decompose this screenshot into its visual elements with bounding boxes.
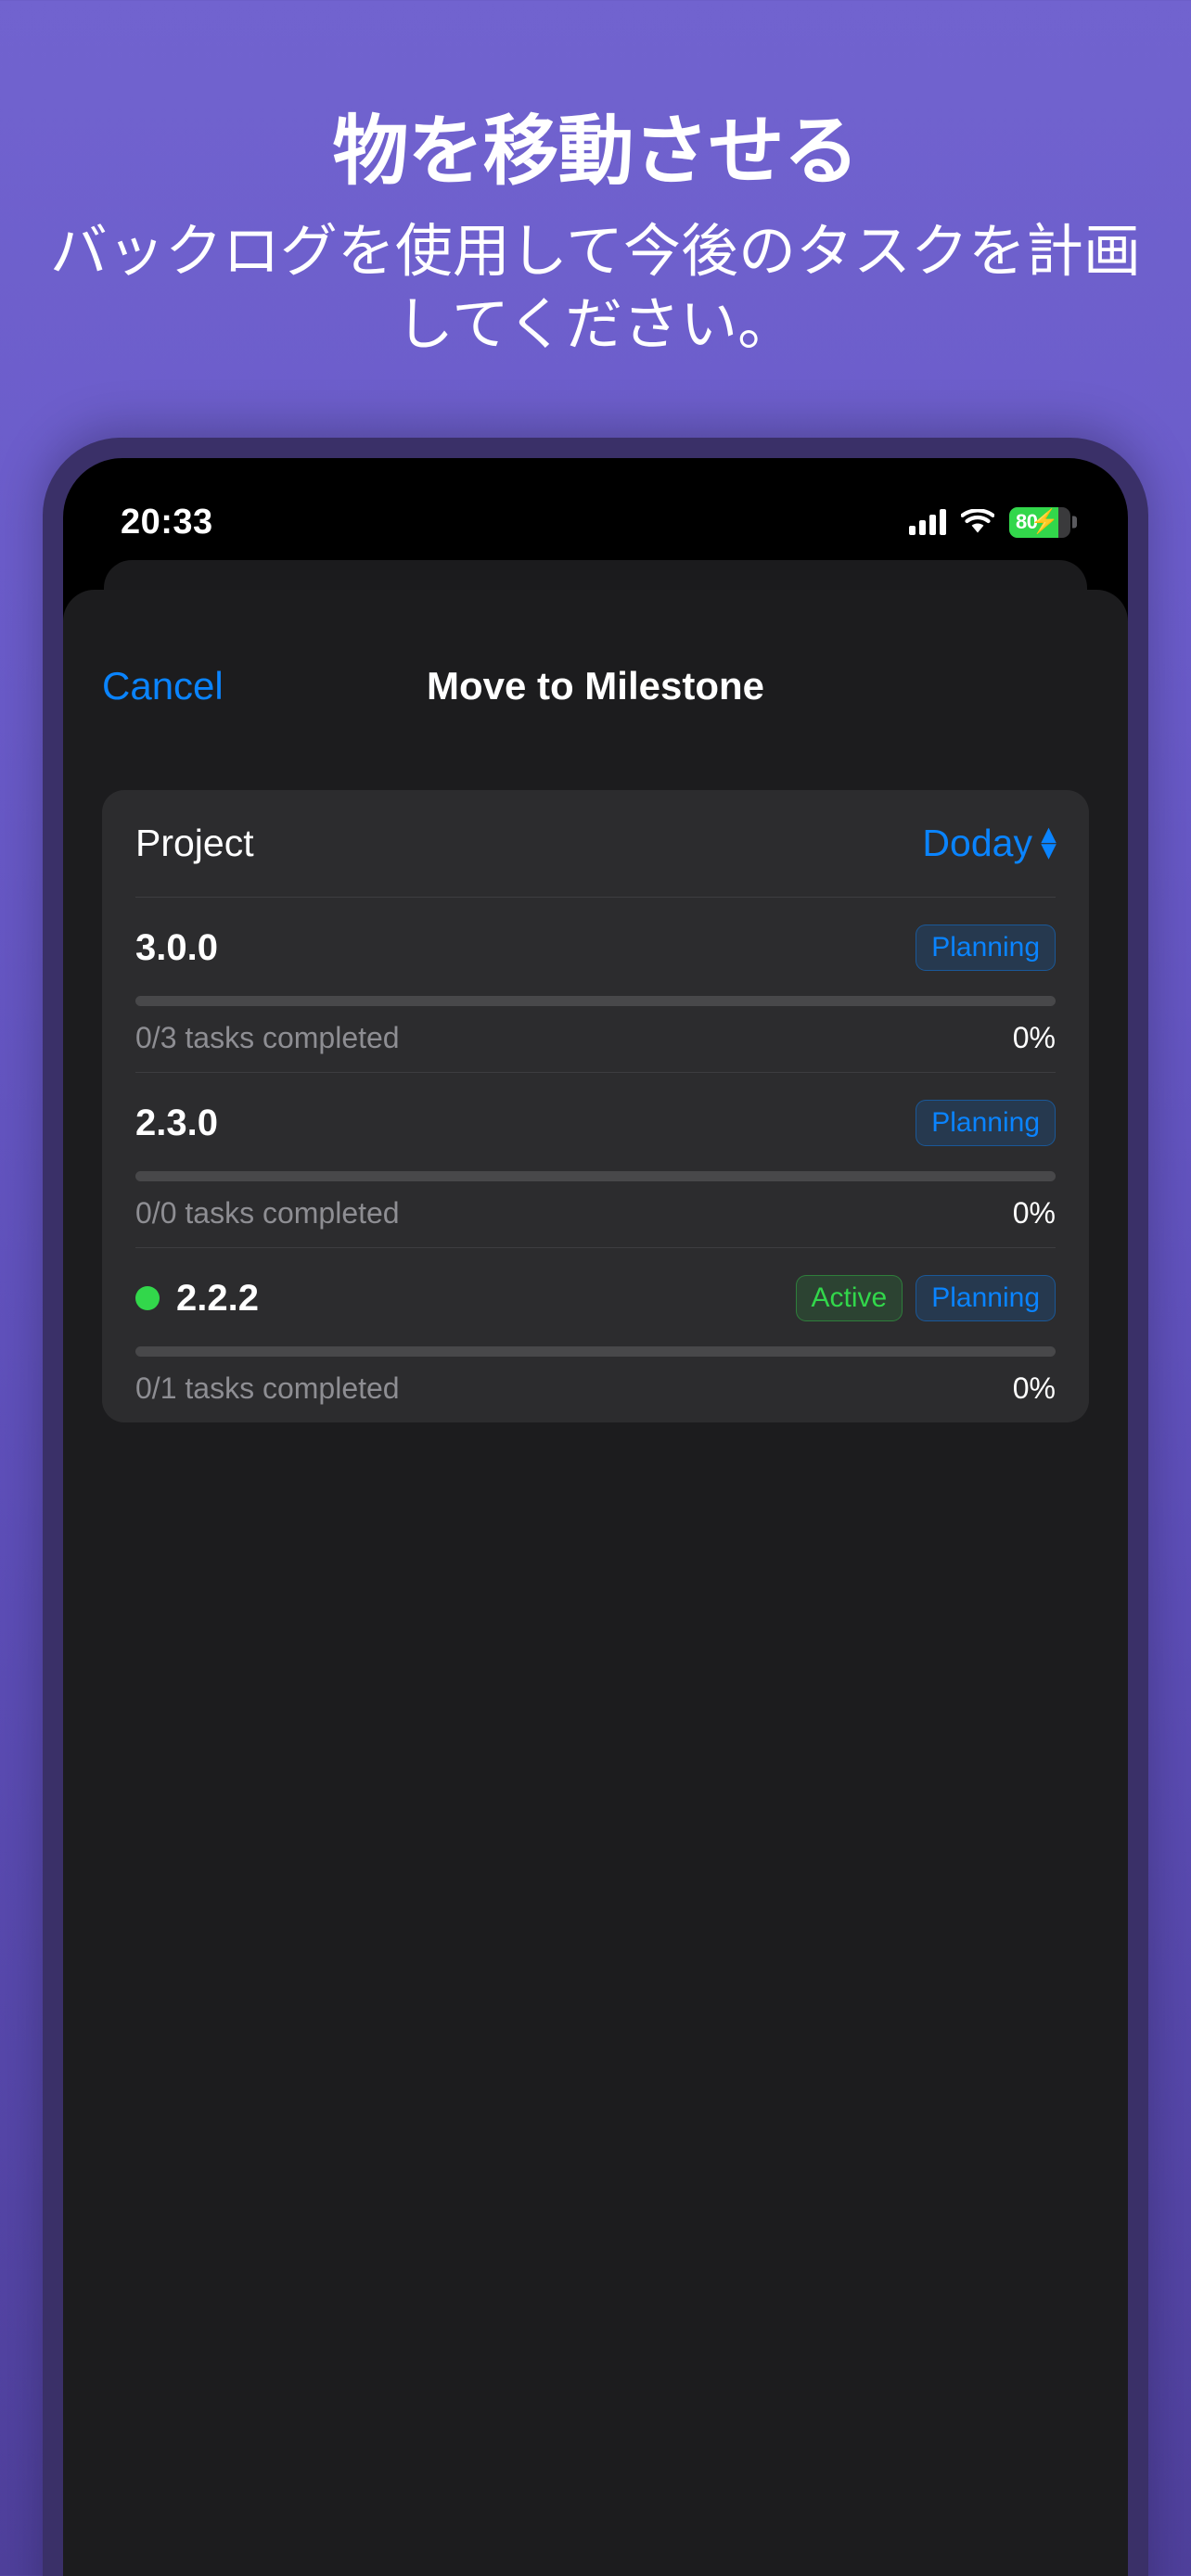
milestone-footer: 0/0 tasks completed 0% — [135, 1196, 1056, 1231]
phone-screen: 20:33 80 ⚡ Cancel Move to Milestone Proj… — [63, 458, 1128, 2576]
sheet-header: Cancel Move to Milestone — [63, 634, 1128, 738]
milestone-name: 2.2.2 — [176, 1277, 259, 1319]
milestone-header: 2.2.2 Active Planning — [135, 1269, 1056, 1328]
milestone-name: 3.0.0 — [135, 926, 218, 968]
milestone-footer: 0/1 tasks completed 0% — [135, 1371, 1056, 1406]
milestone-title-group: 2.2.2 — [135, 1278, 259, 1320]
milestone-header: 3.0.0 Planning — [135, 918, 1056, 977]
lightning-bolt-icon: ⚡ — [1030, 508, 1059, 535]
milestone-row[interactable]: 2.2.2 Active Planning 0/1 tasks complete… — [102, 1248, 1089, 1422]
battery-cap — [1072, 516, 1077, 529]
status-bar-indicators: 80 ⚡ — [909, 506, 1077, 538]
milestone-badges: Planning — [916, 925, 1056, 971]
project-picker-value[interactable]: Doday ▴ ▾ — [922, 819, 1056, 865]
milestone-footer: 0/3 tasks completed 0% — [135, 1021, 1056, 1055]
status-bar-time: 20:33 — [121, 502, 213, 542]
cellular-bars-icon — [909, 509, 946, 535]
battery-icon: 80 ⚡ — [1009, 506, 1077, 538]
milestone-row[interactable]: 3.0.0 Planning 0/3 tasks completed 0% — [102, 898, 1089, 1072]
status-badge-planning: Planning — [916, 925, 1056, 971]
milestone-badges: Planning — [916, 1100, 1056, 1146]
project-selected-value: Doday — [922, 822, 1032, 864]
page-title: 物を移動させる — [332, 109, 859, 194]
project-label: Project — [135, 822, 254, 864]
milestone-row[interactable]: 2.3.0 Planning 0/0 tasks completed 0% — [102, 1073, 1089, 1247]
percent-label: 0% — [1012, 1021, 1056, 1054]
milestone-title-group: 2.3.0 — [135, 1103, 218, 1144]
percent-label: 0% — [1012, 1371, 1056, 1405]
status-bar: 20:33 80 ⚡ — [63, 458, 1128, 560]
progress-bar — [135, 1346, 1056, 1357]
status-badge-planning: Planning — [916, 1100, 1056, 1146]
status-badge-active: Active — [795, 1275, 903, 1321]
tasks-completed-label: 0/0 tasks completed — [135, 1196, 400, 1230]
milestone-badges: Active Planning — [795, 1275, 1056, 1321]
milestone-name: 2.3.0 — [135, 1102, 218, 1143]
tasks-completed-label: 0/1 tasks completed — [135, 1371, 400, 1405]
status-badge-planning: Planning — [916, 1275, 1056, 1321]
progress-bar — [135, 1171, 1056, 1181]
tasks-completed-label: 0/3 tasks completed — [135, 1021, 400, 1054]
percent-label: 0% — [1012, 1196, 1056, 1230]
chevron-up-down-icon: ▴ ▾ — [1041, 819, 1056, 865]
page-subtitle: バックログを使用して今後のタスクを計画してください。 — [49, 219, 1142, 358]
wifi-icon — [960, 508, 995, 535]
move-to-milestone-sheet: Cancel Move to Milestone Project Doday ▴… — [63, 590, 1128, 2576]
milestone-header: 2.3.0 Planning — [135, 1093, 1056, 1153]
progress-bar — [135, 996, 1056, 1006]
phone-device-frame: 20:33 80 ⚡ Cancel Move to Milestone Proj… — [43, 438, 1148, 2576]
milestone-list-card: Project Doday ▴ ▾ 3.0.0 Planning 0/3 tas… — [102, 790, 1089, 1422]
active-indicator-dot-icon — [135, 1286, 160, 1310]
marketing-copy: 物を移動させる バックログを使用して今後のタスクを計画してください。 — [0, 0, 1191, 363]
milestone-title-group: 3.0.0 — [135, 927, 218, 969]
cancel-button[interactable]: Cancel — [102, 664, 224, 708]
project-picker-row[interactable]: Project Doday ▴ ▾ — [102, 790, 1089, 897]
